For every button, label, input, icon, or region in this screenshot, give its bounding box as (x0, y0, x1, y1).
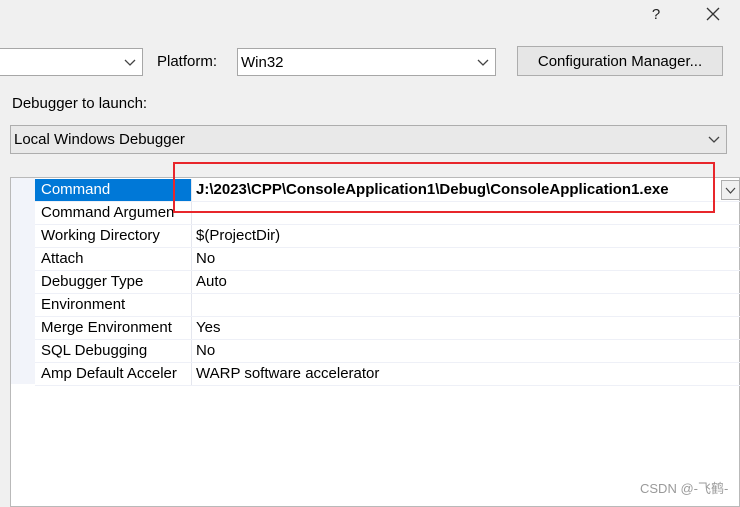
property-name: Working Directory (35, 225, 192, 247)
property-value[interactable]: Auto (192, 271, 740, 293)
property-name: Command (35, 179, 192, 201)
property-name: Merge Environment (35, 317, 192, 339)
property-name: Environment (35, 294, 192, 316)
property-value[interactable]: J:\2023\CPP\ConsoleApplication1\Debug\Co… (192, 179, 740, 201)
property-row-sql-debugging[interactable]: SQL Debugging No (35, 340, 740, 363)
help-button[interactable]: ? (640, 0, 672, 28)
property-name: SQL Debugging (35, 340, 192, 362)
property-row-attach[interactable]: Attach No (35, 248, 740, 271)
property-value[interactable]: No (192, 248, 740, 270)
property-value[interactable]: WARP software accelerator (192, 363, 740, 385)
property-row-environment[interactable]: Environment (35, 294, 740, 317)
platform-value: Win32 (241, 53, 284, 71)
close-button[interactable] (696, 0, 730, 28)
property-value[interactable] (192, 202, 740, 224)
property-grid-margin (11, 178, 35, 384)
property-row-debugger-type[interactable]: Debugger Type Auto (35, 271, 740, 294)
property-name: Command Argumen (35, 202, 192, 224)
debugger-value: Local Windows Debugger (14, 131, 185, 148)
property-name: Amp Default Acceler (35, 363, 192, 385)
property-row-working-directory[interactable]: Working Directory $(ProjectDir) (35, 225, 740, 248)
chevron-down-icon (708, 136, 720, 143)
command-dropdown-button[interactable] (721, 180, 740, 200)
configuration-manager-button[interactable]: Configuration Manager... (517, 46, 723, 76)
property-name: Debugger Type (35, 271, 192, 293)
property-value[interactable]: No (192, 340, 740, 362)
debugger-to-launch-label: Debugger to launch: (12, 95, 148, 112)
close-icon (706, 7, 720, 21)
chevron-down-icon (477, 59, 489, 66)
property-row-merge-environment[interactable]: Merge Environment Yes (35, 317, 740, 340)
property-value[interactable]: Yes (192, 317, 740, 339)
configuration-combo[interactable] (0, 48, 143, 76)
watermark: CSDN @-飞鹤- (640, 481, 729, 496)
chevron-down-icon (725, 187, 736, 194)
debugger-combo[interactable]: Local Windows Debugger (10, 125, 727, 154)
property-row-command[interactable]: Command J:\2023\CPP\ConsoleApplication1\… (35, 179, 740, 202)
chevron-down-icon (124, 59, 136, 66)
property-value[interactable] (192, 294, 740, 316)
property-grid[interactable]: Command J:\2023\CPP\ConsoleApplication1\… (10, 177, 740, 507)
property-row-amp-default-accelerator[interactable]: Amp Default Acceler WARP software accele… (35, 363, 740, 386)
property-row-command-arguments[interactable]: Command Argumen (35, 202, 740, 225)
platform-label: Platform: (157, 53, 218, 70)
property-value[interactable]: $(ProjectDir) (192, 225, 740, 247)
property-name: Attach (35, 248, 192, 270)
platform-combo[interactable]: Win32 (237, 48, 496, 76)
